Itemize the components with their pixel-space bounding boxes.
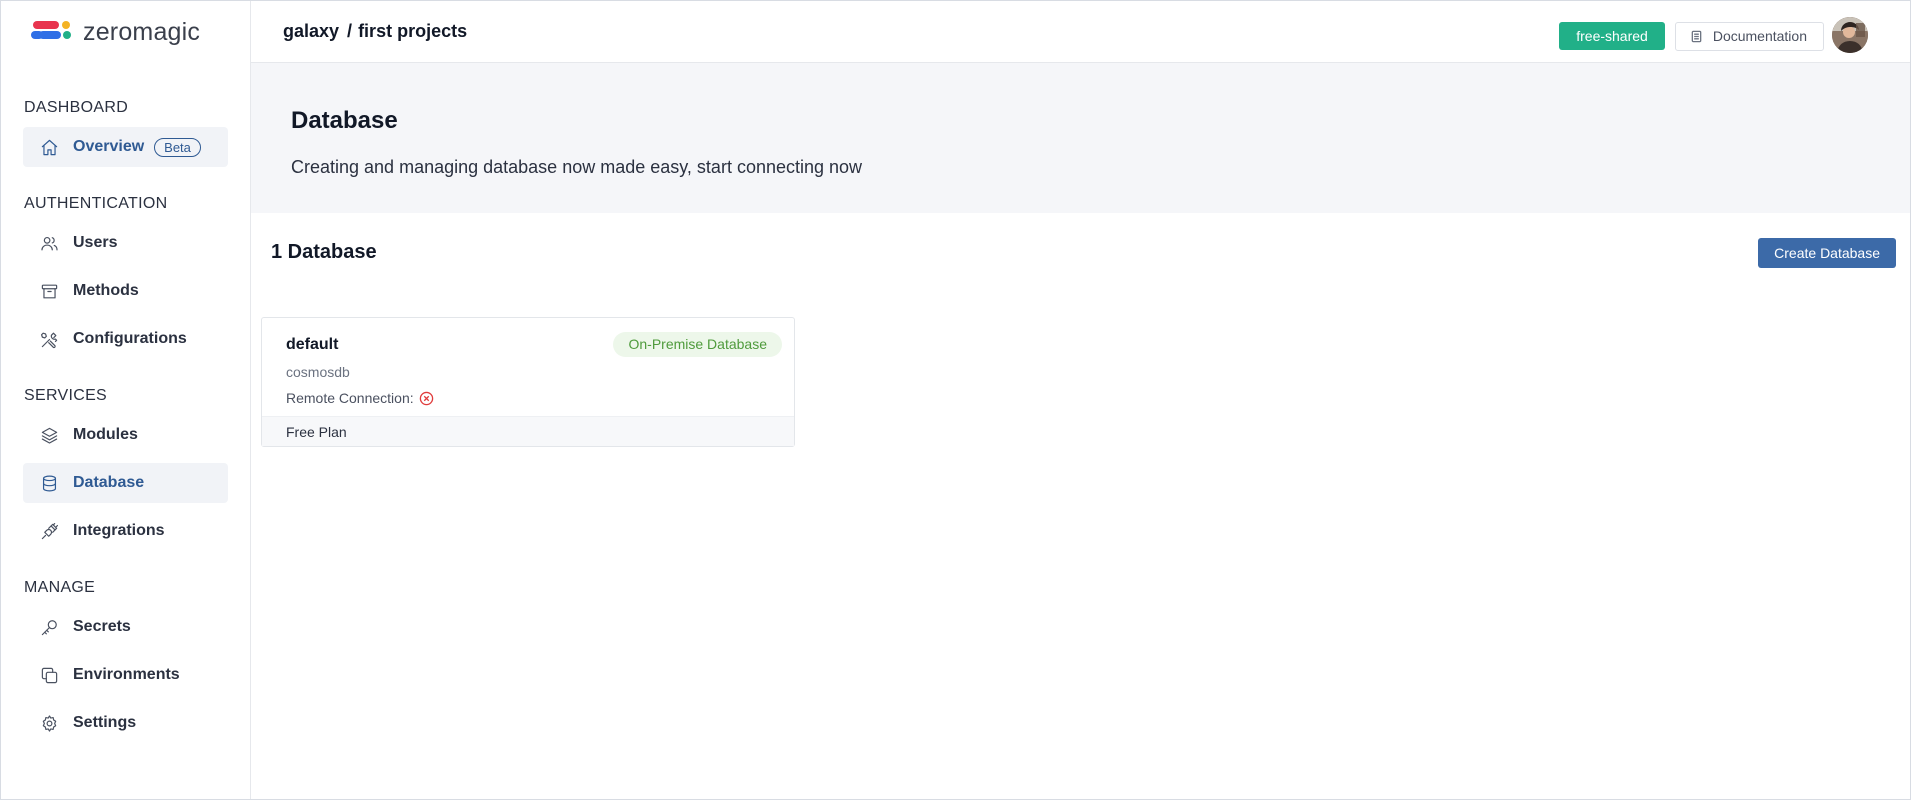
gear-icon <box>39 713 59 733</box>
sidebar-item-label: Settings <box>73 714 137 731</box>
database-plan: Free Plan <box>262 416 794 446</box>
sidebar-item-overview[interactable]: Overview Beta <box>23 127 228 167</box>
sidebar-item-label: Environments <box>73 666 180 683</box>
archive-icon <box>39 281 59 301</box>
home-icon <box>39 137 59 157</box>
sidebar-nav: DASHBOARD Overview Beta AUTHENTICATION U… <box>1 99 250 743</box>
sidebar-item-users[interactable]: Users <box>23 223 228 263</box>
error-circle-icon <box>419 391 433 405</box>
sidebar-item-database[interactable]: Database <box>23 463 228 503</box>
logo[interactable]: zeromagic <box>1 1 250 63</box>
sidebar-item-label: Users <box>73 234 118 251</box>
layers-icon <box>39 425 59 445</box>
copy-icon <box>39 665 59 685</box>
sidebar-item-secrets[interactable]: Secrets <box>23 607 228 647</box>
sidebar-item-label: Methods <box>73 282 139 299</box>
database-name: default <box>286 336 339 353</box>
breadcrumb-project[interactable]: first projects <box>358 21 467 42</box>
database-type: cosmosdb <box>286 364 350 380</box>
breadcrumb-workspace[interactable]: galaxy <box>283 21 339 42</box>
remote-connection: Remote Connection: <box>286 390 434 406</box>
sidebar-item-configurations[interactable]: Configurations <box>23 319 228 359</box>
sidebar: zeromagic DASHBOARD Overview Beta AUTHEN… <box>1 1 251 799</box>
sidebar-item-label: Secrets <box>73 618 131 635</box>
users-icon <box>39 233 59 253</box>
page-title: Database <box>291 107 398 134</box>
documentation-button[interactable]: Documentation <box>1674 21 1824 51</box>
top-actions: free-shared Documentation <box>1559 17 1868 54</box>
sidebar-item-label: Database <box>73 474 145 491</box>
main-content: galaxy / first projects free-shared Docu… <box>251 1 1910 799</box>
page-header: Database Creating and managing database … <box>251 63 1910 213</box>
plan-badge: free-shared <box>1559 22 1665 50</box>
create-database-button[interactable]: Create Database <box>1758 238 1896 268</box>
database-list-header: 1 Database Create Database <box>251 213 1910 291</box>
beta-badge: Beta <box>154 137 201 157</box>
key-icon <box>39 617 59 637</box>
database-count: 1 Database <box>271 241 377 263</box>
brand-name: zeromagic <box>83 17 201 46</box>
avatar[interactable] <box>1832 17 1868 53</box>
sidebar-item-modules[interactable]: Modules <box>23 415 228 455</box>
remote-connection-label: Remote Connection: <box>286 390 414 406</box>
database-card[interactable]: default On-Premise Database cosmosdb Rem… <box>261 317 795 447</box>
breadcrumb-separator: / <box>347 21 353 41</box>
sidebar-item-label: Integrations <box>73 522 165 539</box>
database-icon <box>39 473 59 493</box>
app-window: zeromagic DASHBOARD Overview Beta AUTHEN… <box>0 0 1911 800</box>
sidebar-item-integrations[interactable]: Integrations <box>23 511 228 551</box>
sidebar-item-environments[interactable]: Environments <box>23 655 228 695</box>
sidebar-item-label: Configurations <box>73 330 187 347</box>
sidebar-item-label: Overview <box>73 138 145 155</box>
section-title-manage: MANAGE <box>24 579 96 596</box>
tools-icon <box>39 329 59 349</box>
sidebar-item-label: Modules <box>73 426 138 443</box>
section-title-authentication: AUTHENTICATION <box>24 195 168 212</box>
section-title-dashboard: DASHBOARD <box>24 99 129 116</box>
section-title-services: SERVICES <box>24 387 108 404</box>
plug-icon <box>39 521 59 541</box>
sidebar-item-methods[interactable]: Methods <box>23 271 228 311</box>
logo-mark-icon <box>31 20 77 44</box>
sidebar-item-settings[interactable]: Settings <box>23 703 228 743</box>
document-icon <box>1691 30 1702 42</box>
top-bar: galaxy / first projects free-shared Docu… <box>251 1 1910 63</box>
page-subtitle: Creating and managing database now made … <box>291 157 863 177</box>
database-tag: On-Premise Database <box>613 332 782 357</box>
documentation-label: Documentation <box>1712 28 1807 44</box>
